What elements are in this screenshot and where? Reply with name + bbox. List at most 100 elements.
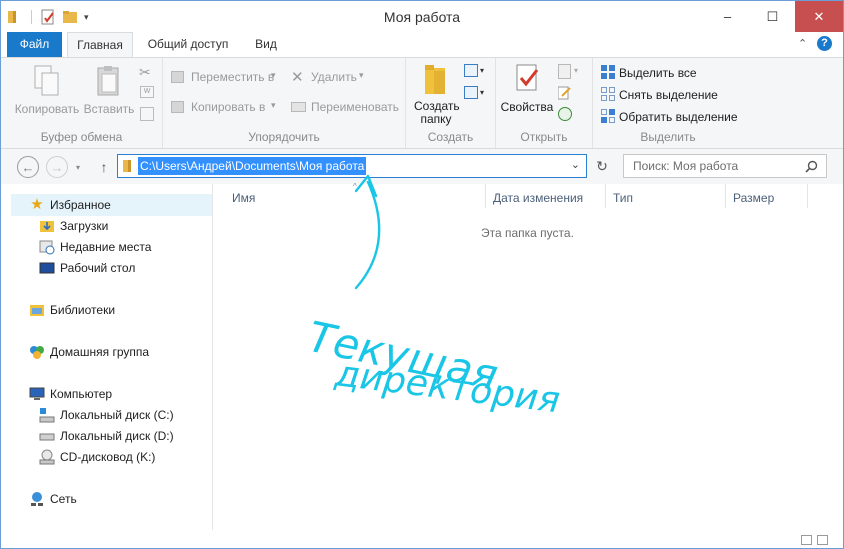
- forward-button[interactable]: →: [46, 156, 68, 178]
- nav-cdrom-label: CD-дисковод (K:): [60, 450, 156, 464]
- nav-desktop[interactable]: Рабочий стол: [39, 258, 135, 278]
- cd-drive-icon: [39, 449, 55, 465]
- group-label-organize: Упорядочить: [248, 130, 320, 144]
- star-icon: ★: [30, 196, 44, 213]
- nav-libraries-label: Библиотеки: [50, 303, 116, 317]
- copy-path-icon[interactable]: W: [140, 86, 154, 98]
- select-none-icon: [601, 87, 615, 101]
- nav-homegroup[interactable]: Домашняя группа: [29, 342, 149, 362]
- properties-label: Свойства: [500, 100, 554, 114]
- folder-icon: [123, 160, 131, 172]
- group-organize: Переместить в ▾ Копировать в ▾ ✕ Удалить…: [163, 58, 406, 148]
- delete-icon: ✕: [291, 69, 304, 86]
- group-clipboard: Копировать Вставить ✂ W Буфер обмена: [1, 58, 163, 148]
- address-path[interactable]: C:\Users\Андрей\Documents\Моя работа: [138, 157, 367, 175]
- nav-cdrom[interactable]: CD-дисковод (K:): [39, 447, 155, 467]
- column-header-date[interactable]: Дата изменения: [493, 191, 583, 205]
- nav-libraries[interactable]: Библиотеки: [29, 300, 115, 320]
- address-bar[interactable]: C:\Users\Андрей\Documents\Моя работа ⌄: [117, 154, 587, 178]
- new-folder-big-icon: [425, 65, 445, 94]
- address-dropdown-icon[interactable]: ⌄: [571, 158, 580, 171]
- downloads-folder-icon: [39, 218, 55, 234]
- nav-desktop-label: Рабочий стол: [60, 261, 136, 275]
- nav-downloads[interactable]: Загрузки: [39, 216, 108, 236]
- column-separator[interactable]: [605, 184, 606, 208]
- invert-selection-icon: [601, 109, 615, 123]
- nav-disk-c[interactable]: Локальный диск (C:): [39, 405, 174, 425]
- column-separator[interactable]: [725, 184, 726, 208]
- maximize-button[interactable]: ☐: [750, 1, 795, 32]
- search-placeholder: Поиск: Моя работа: [633, 159, 739, 173]
- forward-arrow-icon: →: [50, 159, 64, 175]
- up-arrow-icon: ↑: [100, 159, 108, 175]
- large-icons-view-icon[interactable]: [817, 535, 828, 545]
- tab-home[interactable]: Главная: [67, 32, 133, 58]
- up-button[interactable]: ↑: [93, 156, 115, 178]
- properties-big-icon: [516, 64, 539, 91]
- recent-places-icon: [39, 239, 55, 255]
- paste-label: Вставить: [83, 102, 135, 116]
- close-button[interactable]: ✕: [795, 1, 843, 32]
- homegroup-icon: [29, 344, 45, 360]
- paste-icon: [97, 66, 119, 96]
- delete-label: Удалить: [311, 70, 357, 84]
- navigation-pane: ★ Избранное Загрузки Недавние места Рабо…: [1, 184, 213, 530]
- minimize-ribbon-icon[interactable]: ⌃: [798, 37, 807, 50]
- refresh-button[interactable]: ↻: [590, 154, 614, 178]
- paste-button[interactable]: Вставить: [81, 64, 137, 116]
- cut-icon[interactable]: ✂: [139, 64, 151, 81]
- search-box[interactable]: Поиск: Моя работа: [623, 154, 827, 178]
- libraries-icon: [29, 302, 45, 318]
- group-open: Свойства ▾ Открыть: [496, 58, 593, 148]
- nav-computer[interactable]: Компьютер: [29, 384, 112, 404]
- nav-network-label: Сеть: [50, 492, 77, 506]
- copy-to-label: Копировать в: [191, 100, 266, 114]
- tab-view[interactable]: Вид: [245, 32, 287, 57]
- edit-icon[interactable]: [557, 86, 571, 100]
- empty-folder-message: Эта папка пуста.: [481, 226, 574, 240]
- nav-homegroup-label: Домашняя группа: [50, 345, 150, 359]
- column-header-name[interactable]: Имя: [232, 191, 255, 205]
- recent-locations-button[interactable]: ▾: [72, 156, 84, 178]
- properties-button[interactable]: Свойства: [498, 62, 556, 114]
- help-icon[interactable]: ?: [817, 36, 832, 51]
- group-label-new: Создать: [427, 130, 474, 144]
- rename-icon: [291, 102, 306, 112]
- nav-network[interactable]: Сеть: [29, 489, 77, 509]
- group-label-select: Выделить: [640, 130, 696, 144]
- column-separator[interactable]: [485, 184, 486, 208]
- nav-favorites[interactable]: ★ Избранное: [29, 195, 111, 215]
- paste-shortcut-icon[interactable]: [140, 107, 154, 121]
- nav-disk-d[interactable]: Локальный диск (D:): [39, 426, 174, 446]
- copy-icon: [34, 65, 59, 96]
- copy-button[interactable]: Копировать: [13, 64, 81, 116]
- select-none-label: Снять выделение: [619, 88, 718, 102]
- copy-to-icon: [171, 101, 184, 113]
- computer-icon: [29, 386, 45, 402]
- back-button[interactable]: ←: [17, 156, 39, 178]
- easy-access-icon[interactable]: [464, 86, 478, 99]
- new-item-icon[interactable]: [464, 64, 478, 77]
- tab-file[interactable]: Файл: [7, 32, 62, 57]
- open-icon[interactable]: [558, 64, 571, 79]
- invert-selection-label: Обратить выделение: [619, 110, 738, 124]
- file-list: ^ Имя Дата изменения Тип Размер Эта папк…: [214, 182, 843, 530]
- history-icon[interactable]: [558, 107, 572, 121]
- column-separator[interactable]: [807, 184, 808, 208]
- ribbon: Копировать Вставить ✂ W Буфер обмена Пер…: [1, 57, 843, 149]
- desktop-icon: [39, 260, 55, 276]
- explorer-window: ▾ Моя работа ‒ ☐ ✕ Файл Главная Общий до…: [0, 0, 844, 549]
- status-bar: [1, 532, 843, 548]
- column-header-type[interactable]: Тип: [613, 191, 633, 205]
- title-bar: ▾ Моя работа ‒ ☐ ✕: [1, 1, 843, 32]
- tab-share[interactable]: Общий доступ: [138, 32, 238, 57]
- system-drive-icon: [39, 407, 55, 423]
- details-view-icon[interactable]: [801, 535, 812, 545]
- minimize-button[interactable]: ‒: [705, 1, 750, 32]
- nav-recent[interactable]: Недавние места: [39, 237, 151, 257]
- search-icon[interactable]: [805, 160, 818, 173]
- group-new: Создать папку ▾ ▾ Создать: [406, 58, 496, 148]
- new-folder-button[interactable]: Создать папку: [408, 62, 464, 126]
- column-header-size[interactable]: Размер: [733, 191, 774, 205]
- nav-computer-label: Компьютер: [50, 387, 113, 401]
